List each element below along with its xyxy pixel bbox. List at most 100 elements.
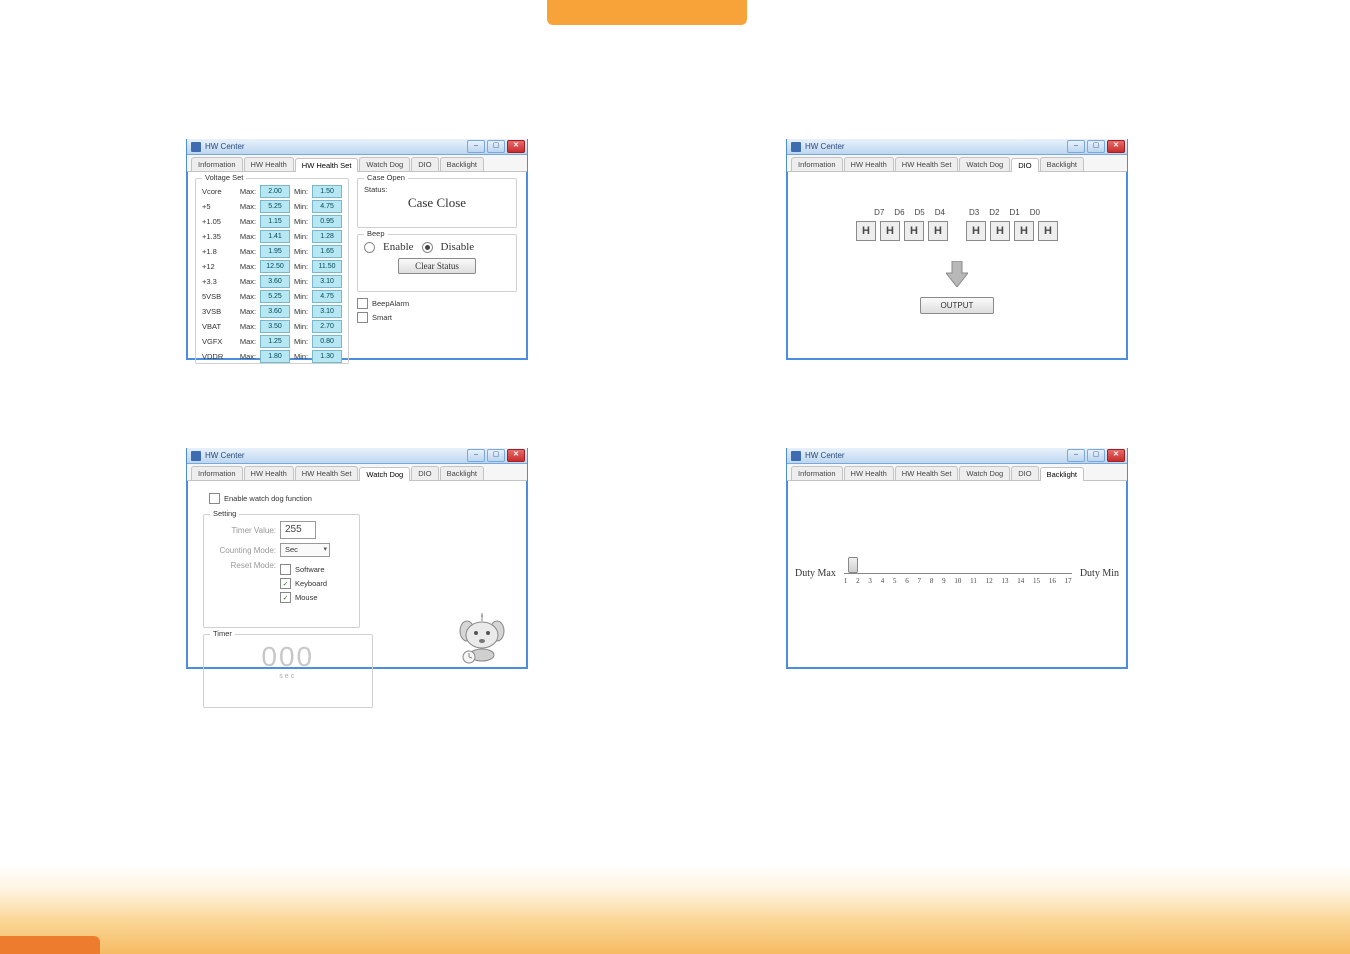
voltage-min-input[interactable]: 4.75 (312, 290, 342, 303)
voltage-max-input[interactable]: 1.80 (260, 350, 290, 363)
titlebar[interactable]: HW Center – ▢ ✕ (787, 448, 1127, 464)
smart-checkbox[interactable] (357, 312, 368, 323)
output-button[interactable]: OUTPUT (920, 297, 995, 314)
titlebar[interactable]: HW Center – ▢ ✕ (787, 139, 1127, 155)
voltage-min-label: Min: (294, 232, 308, 241)
voltage-min-input[interactable]: 1.50 (312, 185, 342, 198)
voltage-max-input[interactable]: 1.41 (260, 230, 290, 243)
page-bottom-accent (0, 936, 100, 954)
tab-information[interactable]: Information (791, 157, 843, 171)
tab-information[interactable]: Information (191, 466, 243, 480)
minimize-button[interactable]: – (467, 449, 485, 462)
tab-dio[interactable]: DIO (411, 157, 438, 171)
voltage-max-input[interactable]: 5.25 (260, 290, 290, 303)
maximize-button[interactable]: ▢ (1087, 449, 1105, 462)
tab-hw-health[interactable]: HW Health (244, 157, 294, 171)
voltage-max-input[interactable]: 2.00 (260, 185, 290, 198)
tab-watch-dog[interactable]: Watch Dog (959, 466, 1010, 480)
voltage-max-input[interactable]: 3.60 (260, 305, 290, 318)
voltage-min-input[interactable]: 0.95 (312, 215, 342, 228)
minimize-button[interactable]: – (467, 140, 485, 153)
clear-status-button[interactable]: Clear Status (398, 258, 476, 274)
enable-watchdog-checkbox[interactable] (209, 493, 220, 504)
dio-bit-box[interactable]: H (1038, 221, 1058, 241)
tab-hw-health-set[interactable]: HW Health Set (895, 466, 959, 480)
tab-backlight[interactable]: Backlight (1040, 157, 1084, 171)
maximize-button[interactable]: ▢ (1087, 140, 1105, 153)
voltage-max-input[interactable]: 3.60 (260, 275, 290, 288)
tab-watch-dog[interactable]: Watch Dog (359, 157, 410, 171)
voltage-name: VDDR (202, 352, 236, 361)
close-button[interactable]: ✕ (1107, 140, 1125, 153)
close-button[interactable]: ✕ (507, 140, 525, 153)
tab-hw-health[interactable]: HW Health (844, 157, 894, 171)
close-button[interactable]: ✕ (507, 449, 525, 462)
backlight-slider[interactable] (844, 561, 1072, 574)
voltage-min-input[interactable]: 0.80 (312, 335, 342, 348)
voltage-max-input[interactable]: 1.15 (260, 215, 290, 228)
voltage-max-input[interactable]: 5.25 (260, 200, 290, 213)
voltage-name: +1.05 (202, 217, 236, 226)
reset-mouse-checkbox[interactable]: ✓ (280, 592, 291, 603)
setting-legend: Setting (210, 509, 239, 518)
tab-backlight[interactable]: Backlight (440, 466, 484, 480)
beepalarm-checkbox[interactable] (357, 298, 368, 309)
dio-bit-box[interactable]: H (856, 221, 876, 241)
tab-dio[interactable]: DIO (411, 466, 438, 480)
voltage-name: +5 (202, 202, 236, 211)
titlebar[interactable]: HW Center – ▢ ✕ (187, 139, 527, 155)
dio-bit-box[interactable]: H (928, 221, 948, 241)
slider-thumb[interactable] (848, 557, 858, 573)
dio-bit-box[interactable]: H (904, 221, 924, 241)
window-title: HW Center (805, 142, 845, 151)
tab-watch-dog[interactable]: Watch Dog (959, 157, 1010, 171)
timer-value-label: Timer Value: (210, 526, 276, 535)
counting-mode-select[interactable]: Sec (280, 543, 330, 557)
tab-backlight[interactable]: Backlight (1040, 467, 1084, 481)
close-button[interactable]: ✕ (1107, 449, 1125, 462)
tab-backlight[interactable]: Backlight (440, 157, 484, 171)
voltage-min-input[interactable]: 1.28 (312, 230, 342, 243)
voltage-max-label: Max: (240, 247, 256, 256)
tab-hw-health[interactable]: HW Health (244, 466, 294, 480)
dio-bit-label: D7 (874, 208, 884, 217)
dio-bit-box[interactable]: H (990, 221, 1010, 241)
voltage-min-input[interactable]: 1.65 (312, 245, 342, 258)
slider-tick-label: 16 (1049, 577, 1056, 585)
dio-bit-box[interactable]: H (966, 221, 986, 241)
reset-software-checkbox[interactable] (280, 564, 291, 575)
beep-disable-radio[interactable] (422, 242, 433, 253)
voltage-min-input[interactable]: 3.10 (312, 275, 342, 288)
dio-bit-box[interactable]: H (1014, 221, 1034, 241)
minimize-button[interactable]: – (1067, 140, 1085, 153)
voltage-min-input[interactable]: 3.10 (312, 305, 342, 318)
voltage-min-input[interactable]: 11.50 (312, 260, 342, 273)
voltage-max-input[interactable]: 3.50 (260, 320, 290, 333)
voltage-min-input[interactable]: 1.30 (312, 350, 342, 363)
tab-dio[interactable]: DIO (1011, 466, 1038, 480)
timer-value-input[interactable]: 255 (280, 521, 316, 539)
maximize-button[interactable]: ▢ (487, 449, 505, 462)
tab-watch-dog[interactable]: Watch Dog (359, 467, 410, 481)
tab-dio[interactable]: DIO (1011, 158, 1038, 172)
tab-hw-health-set[interactable]: HW Health Set (295, 158, 359, 172)
voltage-max-input[interactable]: 12.50 (260, 260, 290, 273)
voltage-max-label: Max: (240, 292, 256, 301)
reset-keyboard-checkbox[interactable]: ✓ (280, 578, 291, 589)
voltage-min-input[interactable]: 2.70 (312, 320, 342, 333)
voltage-max-input[interactable]: 1.25 (260, 335, 290, 348)
beep-enable-radio[interactable] (364, 242, 375, 253)
voltage-max-input[interactable]: 1.95 (260, 245, 290, 258)
tab-hw-health-set[interactable]: HW Health Set (295, 466, 359, 480)
titlebar[interactable]: HW Center – ▢ ✕ (187, 448, 527, 464)
minimize-button[interactable]: – (1067, 449, 1085, 462)
maximize-button[interactable]: ▢ (487, 140, 505, 153)
voltage-max-label: Max: (240, 232, 256, 241)
case-status-value: Case Close (364, 195, 510, 211)
tab-hw-health-set[interactable]: HW Health Set (895, 157, 959, 171)
tab-information[interactable]: Information (791, 466, 843, 480)
voltage-min-input[interactable]: 4.75 (312, 200, 342, 213)
tab-hw-health[interactable]: HW Health (844, 466, 894, 480)
dio-bit-box[interactable]: H (880, 221, 900, 241)
tab-information[interactable]: Information (191, 157, 243, 171)
